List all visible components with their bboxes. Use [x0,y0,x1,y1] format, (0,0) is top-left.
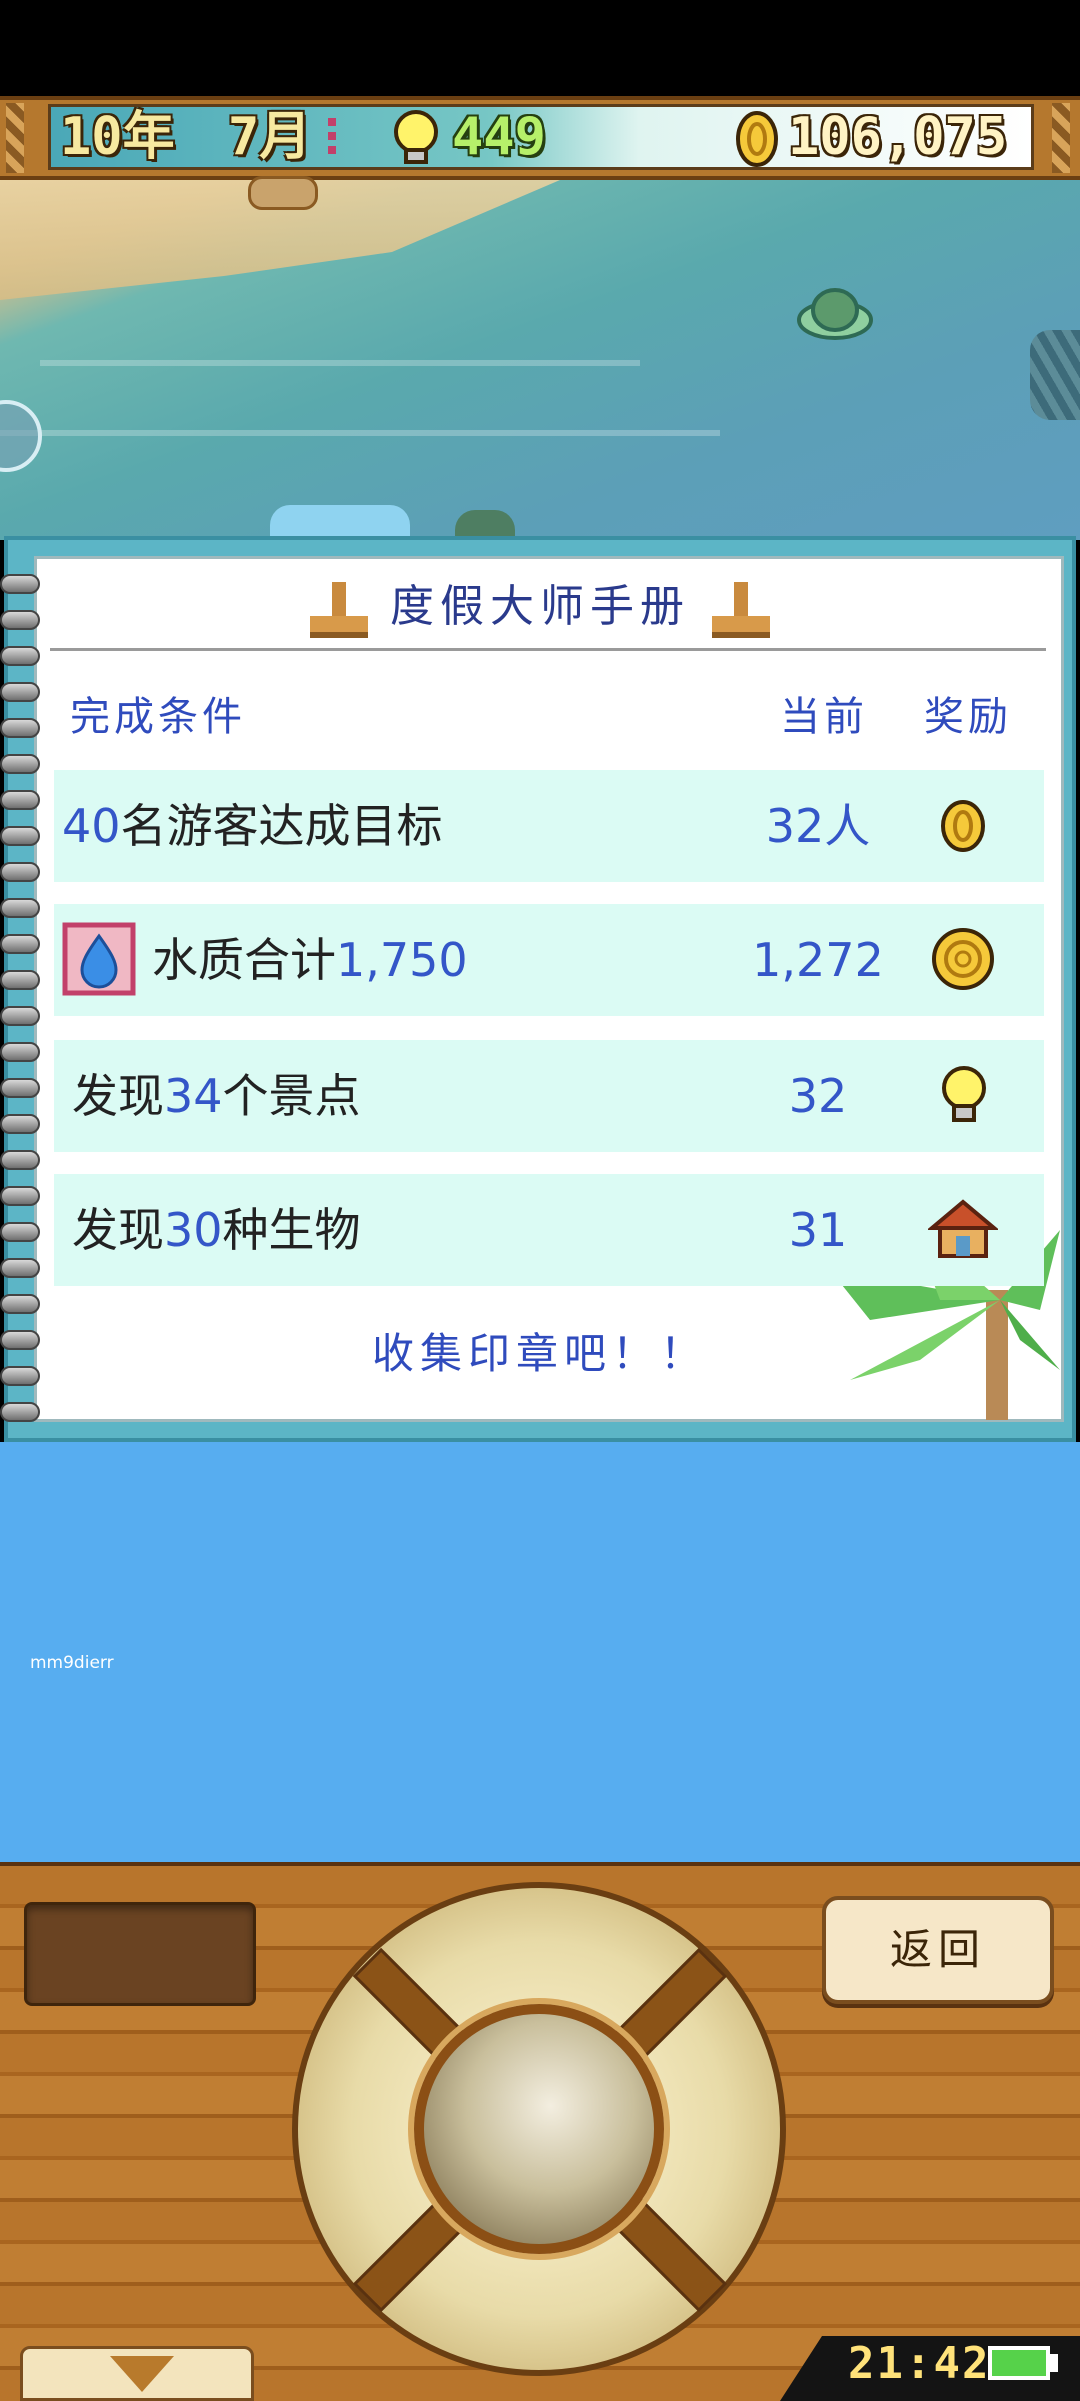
month-progress-marks [328,118,336,158]
top-black-bar [0,0,1080,96]
binder-ring [0,1006,40,1026]
chevron-down-icon [110,2356,174,2392]
rock-decoration [1030,330,1080,420]
house-icon [928,1199,998,1258]
binder-ring [0,826,40,846]
binder-ring [0,1042,40,1062]
gold-coin-icon [941,800,985,852]
rope-decoration-right [1052,103,1070,173]
wave-line [40,360,640,366]
binder-ring [0,754,40,774]
lightbulb-icon [394,110,438,164]
hud-ideas: 449 [452,107,546,167]
binder-ring [0,1150,40,1170]
turtle-creature-icon[interactable] [790,270,880,350]
username-watermark: mm9dierr [30,1653,114,1673]
notebook-footer: 收集印章吧！！ [371,1329,708,1378]
lightbulb-icon [942,1066,986,1122]
left-slot-button[interactable] [24,1902,256,2006]
binder-ring [0,862,40,882]
binder-ring [0,898,40,918]
binder-ring [0,1258,40,1278]
title-divider [50,648,1046,651]
goal-condition-text: 发现30种生物 [72,1203,361,1257]
binder-ring [0,1114,40,1134]
goal-current-value: 32人 [765,799,871,853]
goal-condition-text: 发现34个景点 [72,1069,361,1123]
battery-icon [988,2346,1050,2380]
binder-ring [0,1222,40,1242]
hud-month: 7月 [228,107,312,167]
binder-ring [0,1186,40,1206]
dpad-center-button[interactable] [414,2004,664,2254]
clock-time: 21:42 [848,2338,991,2389]
goal-current-value: 31 [788,1203,848,1257]
rope-decoration-left [6,103,24,173]
binder-ring [0,934,40,954]
wave-line [0,430,720,436]
pier-fragment [248,176,318,210]
back-button[interactable]: 返回 [822,1896,1054,2004]
binder-ring [0,1294,40,1314]
stamp-icon [712,582,770,638]
goal-condition-text: 40名游客达成目标 [62,799,443,853]
blue-background [0,1442,1080,1862]
hud-year: 10年 [60,107,175,167]
binder-ring [0,970,40,990]
binder-ring [0,790,40,810]
binder-ring [0,682,40,702]
goal-current-value: 1,272 [752,933,884,987]
notebook-title: 度假大师手册 [390,581,690,632]
binder-ring [0,718,40,738]
battery-cap [1050,2354,1058,2372]
binder-ring [0,1078,40,1098]
header-current: 当前 [780,694,868,740]
hud-money: 106,075 [788,107,1008,167]
coin-icon [736,111,778,167]
header-condition: 完成条件 [70,694,246,740]
binder-ring [0,1402,40,1422]
goal-condition-text: 水质合计1,750 [152,933,468,987]
header-reward: 奖励 [924,694,1012,740]
water-drop-icon [62,922,136,996]
goal-current-value: 32 [788,1069,848,1123]
large-coin-icon [932,928,994,990]
binder-ring [0,646,40,666]
